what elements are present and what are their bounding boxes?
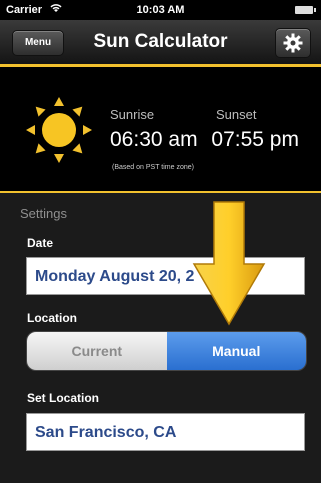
location-label: Location: [27, 311, 77, 325]
set-location-field[interactable]: San Francisco, CA: [26, 413, 305, 451]
date-label: Date: [27, 236, 54, 250]
arrow-down-icon: [192, 201, 266, 326]
sunrise-time: 06:30 am: [110, 128, 198, 151]
status-time: 10:03 AM: [136, 4, 185, 16]
sun-icon: [26, 97, 92, 163]
sunset-label: Sunset: [216, 107, 257, 122]
battery-icon: [295, 6, 316, 14]
settings-heading: Settings: [20, 206, 67, 221]
gear-icon: [283, 33, 303, 53]
settings-section: Settings Date Monday August 20, 2 Locati…: [0, 193, 321, 483]
set-location-label: Set Location: [27, 391, 100, 405]
location-option-current[interactable]: Current: [27, 332, 167, 370]
sunrise-label: Sunrise: [110, 107, 155, 122]
location-segmented-control: Current Manual: [26, 331, 307, 371]
sun-times: 06:30 am 07:55 pm: [110, 128, 299, 152]
status-bar: Carrier 10:03 AM: [0, 0, 321, 20]
sunset-time: 07:55 pm: [211, 128, 299, 151]
location-option-manual[interactable]: Manual: [166, 332, 306, 370]
page-title: Sun Calculator: [93, 31, 228, 52]
menu-button[interactable]: Menu: [12, 30, 64, 56]
settings-button[interactable]: [275, 28, 311, 58]
navigation-bar: Menu Sun Calculator: [0, 20, 321, 67]
sun-times-panel: Sunrise Sunset 06:30 am 07:55 pm (Based …: [0, 67, 321, 191]
timezone-note: (Based on PST time zone): [112, 164, 194, 171]
